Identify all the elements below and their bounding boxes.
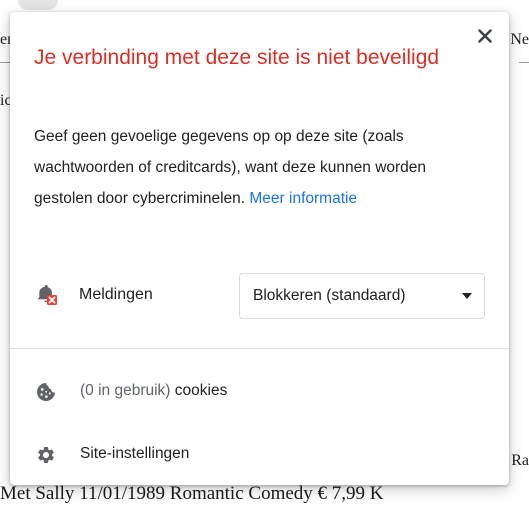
cookies-count: (0 in gebruik) [80, 382, 171, 399]
browser-tab-edge [18, 0, 58, 10]
permission-row-notifications: Meldingen Blokkeren (standaard) [34, 273, 485, 319]
cookies-row-text: (0 in gebruik) cookies [80, 382, 227, 400]
notification-bell-blocked-icon [37, 284, 57, 305]
background-rule [519, 62, 529, 63]
gear-icon [38, 447, 54, 463]
background-table-row: Met Sally 11/01/1989 Romantic Comedy € 7… [0, 483, 384, 504]
more-info-link[interactable]: Meer informatie [249, 190, 357, 207]
security-warning-description: Geef geen gevoelige gegevens op op deze … [34, 121, 474, 214]
cookies-label: cookies [170, 382, 228, 399]
chevron-down-icon [462, 293, 472, 299]
cookie-icon [37, 383, 55, 401]
cookies-row[interactable]: (0 in gebruik) cookies [10, 369, 509, 415]
background-rule [0, 62, 10, 63]
security-warning-title: Je verbinding met deze site is niet beve… [34, 46, 440, 69]
description-text: Geef geen gevoelige gegevens op op deze … [34, 128, 427, 207]
notifications-permission-select[interactable]: Blokkeren (standaard) [239, 273, 485, 319]
background-text-fragment: Ra [511, 452, 529, 469]
close-button[interactable] [473, 24, 497, 48]
background-text-fragment: Ne [510, 31, 529, 48]
section-divider [10, 348, 509, 349]
site-settings-label: Site-instellingen [80, 445, 190, 462]
permission-label: Meldingen [79, 286, 153, 303]
close-icon [478, 29, 492, 43]
site-settings-row[interactable]: Site-instellingen [10, 432, 509, 478]
site-info-popup: Je verbinding met deze site is niet beve… [10, 12, 509, 485]
permission-select-value: Blokkeren (standaard) [253, 287, 406, 304]
